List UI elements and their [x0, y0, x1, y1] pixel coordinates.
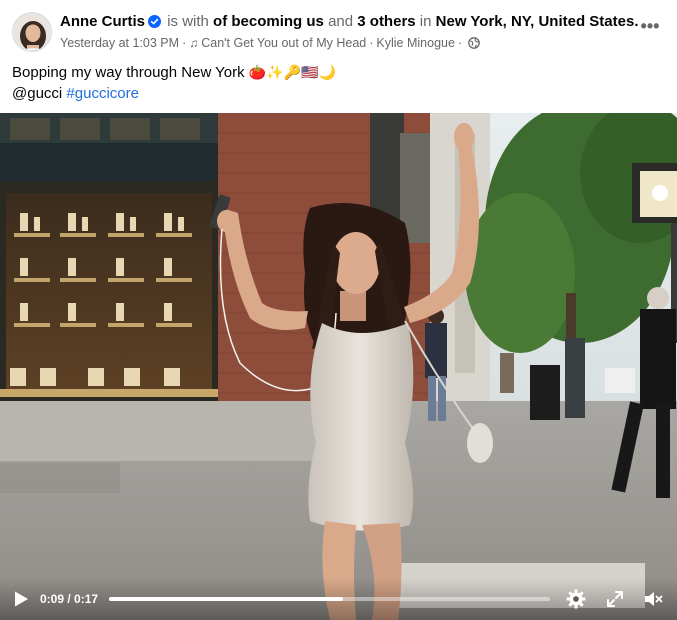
- post-timestamp[interactable]: Yesterday at 1:03 PM: [60, 36, 179, 50]
- video-frame: [0, 113, 677, 620]
- tagged-others-link[interactable]: 3 others: [357, 13, 415, 30]
- facebook-post: Anne Curtis is with of becoming us and 3…: [0, 0, 677, 620]
- post-header: Anne Curtis is with of becoming us and 3…: [0, 0, 677, 60]
- caption-line-2: @gucci #guccicore: [12, 83, 336, 104]
- muted-speaker-icon[interactable]: [643, 589, 663, 609]
- play-icon[interactable]: [12, 590, 30, 608]
- video-progress-bar[interactable]: [109, 597, 550, 601]
- song-title[interactable]: Can't Get You out of My Head: [201, 36, 366, 50]
- meta-separator: ·: [369, 36, 374, 50]
- with-text: is with: [167, 13, 209, 30]
- author-name[interactable]: Anne Curtis: [60, 13, 145, 30]
- avatar[interactable]: [12, 12, 52, 52]
- video-progress-fill: [109, 597, 343, 601]
- caption-line-1: Bopping my way through New York 🍅✨🔑🇺🇸🌙: [12, 62, 336, 83]
- post-title-line: Anne Curtis is with of becoming us and 3…: [60, 13, 639, 33]
- video-time: 0:09 / 0:17: [40, 592, 99, 606]
- verified-badge-icon: [148, 15, 162, 33]
- caption-emojis: 🍅✨🔑🇺🇸🌙: [248, 64, 336, 80]
- meta-separator: ·: [182, 36, 187, 50]
- hashtag-link[interactable]: #guccicore: [66, 85, 139, 102]
- in-text: in: [419, 13, 432, 30]
- mention-link[interactable]: @gucci: [12, 85, 62, 102]
- fullscreen-icon[interactable]: [605, 589, 625, 609]
- song-artist[interactable]: Kylie Minogue: [376, 36, 455, 50]
- globe-icon[interactable]: [468, 37, 480, 53]
- video-controls: 0:09 / 0:17: [0, 578, 677, 620]
- post-caption: Bopping my way through New York 🍅✨🔑🇺🇸🌙 @…: [12, 62, 336, 104]
- caption-text: Bopping my way through New York: [12, 64, 245, 81]
- and-text: and: [328, 13, 354, 30]
- tagged-friend-link[interactable]: of becoming us: [213, 13, 324, 30]
- gear-icon[interactable]: [566, 589, 586, 609]
- more-options-icon[interactable]: •••: [637, 17, 663, 40]
- meta-separator: ·: [457, 36, 463, 50]
- music-note-icon: ♫: [189, 36, 199, 50]
- video-player[interactable]: 0:09 / 0:17: [0, 113, 677, 620]
- location-link[interactable]: New York, NY, United States.: [436, 13, 639, 30]
- post-meta-line: Yesterday at 1:03 PM · ♫ Can't Get You out …: [60, 35, 480, 53]
